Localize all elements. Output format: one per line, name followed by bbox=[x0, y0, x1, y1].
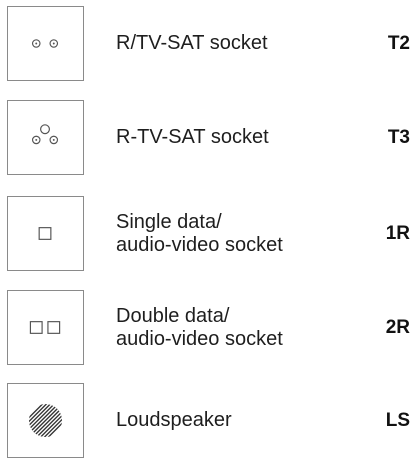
item-code: T3 bbox=[387, 126, 410, 148]
item-label-line: Loudspeaker bbox=[116, 409, 232, 431]
list-item-r-tv-sat-socket-3: R-TV-SAT socket T3 bbox=[0, 100, 416, 178]
item-label: Single data/ audio-video socket bbox=[116, 196, 283, 271]
list-item-r-tv-sat-socket: R/TV-SAT socket T2 bbox=[0, 6, 416, 84]
list-item-loudspeaker: Loudspeaker LS bbox=[0, 383, 416, 461]
item-label-line: Double data/ bbox=[116, 304, 230, 327]
item-label: R/TV-SAT socket bbox=[116, 6, 268, 81]
item-label-line: Single data/ bbox=[116, 210, 222, 233]
item-label-line: audio-video socket bbox=[116, 327, 283, 350]
item-label-line: audio-video socket bbox=[116, 233, 283, 256]
item-label: R-TV-SAT socket bbox=[116, 100, 269, 175]
item-code: 2R bbox=[385, 316, 410, 338]
item-code: 1R bbox=[385, 222, 410, 244]
list-item-double-data-socket: Double data/ audio-video socket 2R bbox=[0, 290, 416, 368]
list-item-single-data-socket: Single data/ audio-video socket 1R bbox=[0, 196, 416, 274]
loudspeaker-grille-icon bbox=[7, 383, 84, 458]
item-label-line: R-TV-SAT socket bbox=[116, 126, 269, 148]
item-code: T2 bbox=[387, 32, 410, 54]
item-label-line: R/TV-SAT socket bbox=[116, 32, 268, 54]
three-dot-socket-icon bbox=[7, 100, 84, 175]
item-label: Double data/ audio-video socket bbox=[116, 290, 283, 365]
two-dot-socket-icon bbox=[7, 6, 84, 81]
double-square-socket-icon bbox=[7, 290, 84, 365]
item-label: Loudspeaker bbox=[116, 383, 232, 458]
single-square-socket-icon bbox=[7, 196, 84, 271]
item-code: LS bbox=[385, 409, 410, 431]
